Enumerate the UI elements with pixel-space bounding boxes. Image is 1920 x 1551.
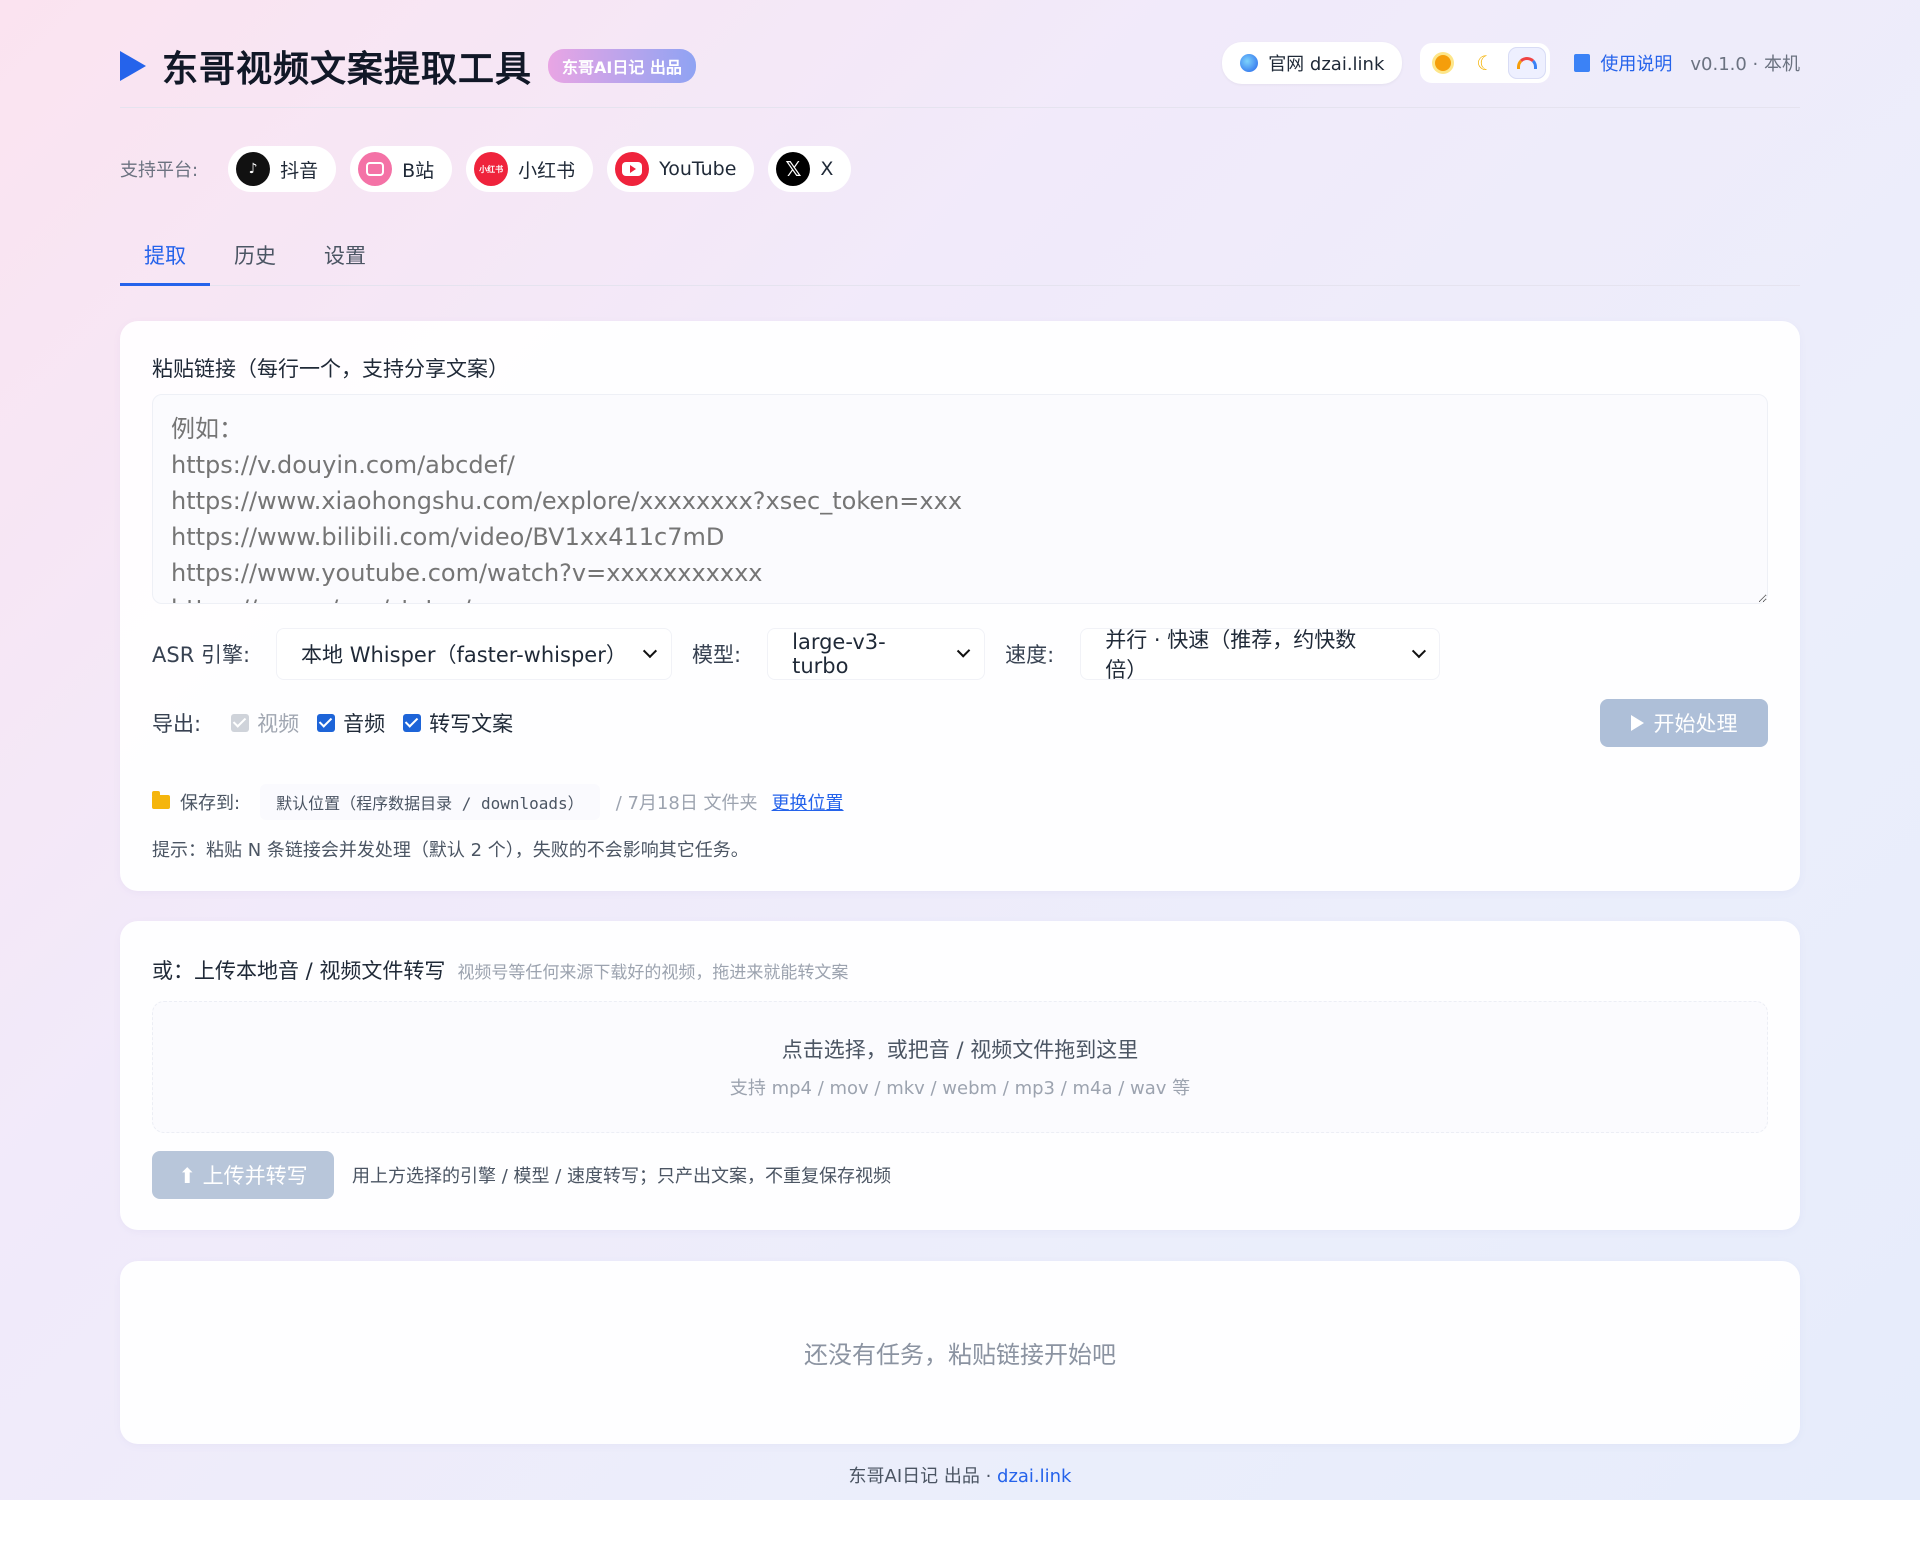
- task-list-card: 还没有任务，粘贴链接开始吧: [120, 1261, 1800, 1444]
- export-label: 导出:: [152, 712, 202, 736]
- header-actions: 官网 dzai.link ☾ 使用说明 v0.1.0 · 本机: [1222, 42, 1800, 84]
- upload-action-row: ⬆ 上传并转写 用上方选择的引擎 / 模型 / 速度转写；只产出文案，不重复保存…: [152, 1151, 891, 1199]
- export-audio-checkbox[interactable]: 音频: [317, 708, 385, 738]
- platform-chip-xiaohongshu: 小红书 小红书: [466, 146, 594, 192]
- file-dropzone[interactable]: 点击选择，或把音 / 视频文件拖到这里 支持 mp4 / mov / mkv /…: [152, 1001, 1768, 1133]
- asr-engine-select[interactable]: 本地 Whisper（faster-whisper）: [276, 628, 673, 680]
- upload-card: 或：上传本地音 / 视频文件转写 视频号等任何来源下载好的视频，拖进来就能转文案…: [120, 921, 1800, 1230]
- platform-name: 小红书: [518, 159, 576, 182]
- export-options-row: 导出: 视频 音频 转写文案 开始处理: [152, 699, 1768, 747]
- save-date-folder: / 7月18日 文件夹: [615, 793, 758, 814]
- main-tabs: 提取 历史 设置: [120, 232, 1800, 286]
- model-value: large-v3-turbo: [792, 630, 886, 678]
- sun-icon: [1435, 55, 1452, 71]
- change-location-link[interactable]: 更换位置: [772, 789, 844, 815]
- app-container: 东哥视频文案提取工具 东哥AI日记 出品 官网 dzai.link ☾ 使用说明…: [120, 0, 1800, 1500]
- speed-label: 速度:: [1005, 643, 1055, 667]
- theme-switcher: ☾: [1420, 43, 1551, 83]
- moon-icon: ☾: [1476, 51, 1495, 75]
- upload-note: 用上方选择的引擎 / 模型 / 速度转写；只产出文案，不重复保存视频: [352, 1166, 892, 1187]
- model-select[interactable]: large-v3-turbo: [767, 628, 986, 680]
- globe-icon: [1240, 54, 1259, 72]
- engine-options-row: ASR 引擎: 本地 Whisper（faster-whisper） 模型: l…: [152, 628, 1460, 682]
- app-title: 东哥视频文案提取工具: [162, 49, 533, 90]
- brand: 东哥视频文案提取工具 东哥AI日记 出品: [120, 40, 696, 92]
- platform-chip-bilibili: B站: [350, 146, 453, 192]
- folder-icon: [152, 791, 170, 809]
- bilibili-icon: [358, 152, 393, 186]
- export-audio-label: 音频: [343, 712, 386, 736]
- platform-chip-youtube: YouTube: [607, 146, 755, 192]
- checkbox-checked-icon: [403, 714, 422, 732]
- chevron-down-icon: [956, 644, 971, 658]
- checkbox-checked-icon: [231, 714, 250, 732]
- tab-settings[interactable]: 设置: [300, 232, 390, 286]
- platform-chip-x: 𝕏 X: [768, 146, 852, 192]
- tab-history[interactable]: 历史: [210, 232, 300, 286]
- export-video-checkbox[interactable]: 视频: [231, 708, 299, 738]
- export-video-label: 视频: [257, 712, 300, 736]
- export-transcript-label: 转写文案: [429, 712, 514, 736]
- guide-link[interactable]: 使用说明: [1574, 50, 1672, 76]
- speed-select[interactable]: 并行 · 快速（推荐，约快数倍）: [1080, 628, 1441, 682]
- footer-site-link[interactable]: dzai.link: [997, 1466, 1071, 1487]
- x-icon: 𝕏: [776, 152, 811, 186]
- links-input[interactable]: [152, 394, 1768, 604]
- concurrency-hint: 提示：粘贴 N 条链接会并发处理（默认 2 个），失败的不会影响其它任务。: [152, 840, 749, 861]
- platforms-label: 支持平台:: [120, 160, 199, 181]
- start-button-label: 开始处理: [1653, 712, 1738, 736]
- tab-extract[interactable]: 提取: [120, 232, 210, 286]
- save-path: 默认位置（程序数据目录 / downloads）: [260, 784, 600, 820]
- official-site-link[interactable]: 官网 dzai.link: [1222, 42, 1403, 84]
- platform-name: B站: [402, 159, 435, 182]
- official-site-label: 官网 dzai.link: [1268, 54, 1385, 75]
- chevron-down-icon: [643, 644, 658, 658]
- chevron-down-icon: [1411, 644, 1426, 658]
- play-icon: [1630, 715, 1644, 731]
- save-to-label: 保存到:: [180, 793, 241, 814]
- theme-rainbow-button[interactable]: [1508, 47, 1547, 79]
- brand-badge: 东哥AI日记 出品: [548, 49, 696, 83]
- paste-links-label: 粘贴链接（每行一个，支持分享文案）: [152, 357, 509, 381]
- dropzone-main-text: 点击选择，或把音 / 视频文件拖到这里: [781, 1038, 1139, 1062]
- platform-chip-douyin: ♪ 抖音: [228, 146, 337, 192]
- footer: 东哥AI日记 出品 · dzai.link: [120, 1462, 1800, 1488]
- play-logo-icon: [120, 51, 146, 81]
- speed-value: 并行 · 快速（推荐，约快数倍）: [1105, 628, 1357, 682]
- start-processing-button[interactable]: 开始处理: [1600, 699, 1768, 747]
- save-location-row: 保存到: 默认位置（程序数据目录 / downloads） / 7月18日 文件…: [152, 784, 844, 820]
- model-label: 模型:: [692, 643, 742, 667]
- empty-tasks-message: 还没有任务，粘贴链接开始吧: [804, 1341, 1116, 1369]
- supported-platforms: 支持平台: ♪ 抖音 B站 小红书 小红书 YouTube 𝕏 X: [120, 146, 865, 192]
- theme-dark-button[interactable]: ☾: [1466, 47, 1504, 79]
- xiaohongshu-icon: 小红书: [474, 152, 509, 186]
- book-icon: [1574, 54, 1591, 72]
- footer-text: 东哥AI日记 出品 ·: [848, 1466, 998, 1487]
- upload-subtitle: 视频号等任何来源下载好的视频，拖进来就能转文案: [457, 963, 849, 983]
- dropzone-formats: 支持 mp4 / mov / mkv / webm / mp3 / m4a / …: [729, 1078, 1191, 1099]
- platform-name: X: [820, 158, 834, 180]
- export-transcript-checkbox[interactable]: 转写文案: [403, 708, 513, 738]
- youtube-icon: [615, 152, 650, 186]
- header: 东哥视频文案提取工具 东哥AI日记 出品 官网 dzai.link ☾ 使用说明…: [120, 36, 1800, 108]
- asr-engine-value: 本地 Whisper（faster-whisper）: [301, 643, 627, 667]
- theme-light-button[interactable]: [1424, 47, 1462, 79]
- upload-header: 或：上传本地音 / 视频文件转写 视频号等任何来源下载好的视频，拖进来就能转文案: [152, 955, 848, 985]
- guide-label: 使用说明: [1600, 54, 1673, 75]
- platform-name: 抖音: [280, 159, 319, 182]
- version-label: v0.1.0 · 本机: [1690, 54, 1800, 75]
- upload-transcribe-button[interactable]: ⬆ 上传并转写: [152, 1151, 334, 1199]
- rainbow-icon: [1517, 57, 1538, 69]
- asr-engine-label: ASR 引擎:: [152, 643, 251, 667]
- extract-card: 粘贴链接（每行一个，支持分享文案） ASR 引擎: 本地 Whisper（fas…: [120, 321, 1800, 891]
- checkbox-checked-icon: [317, 714, 336, 732]
- tiktok-icon: ♪: [236, 152, 271, 186]
- upload-title: 或：上传本地音 / 视频文件转写: [152, 959, 446, 983]
- platform-name: YouTube: [659, 158, 737, 180]
